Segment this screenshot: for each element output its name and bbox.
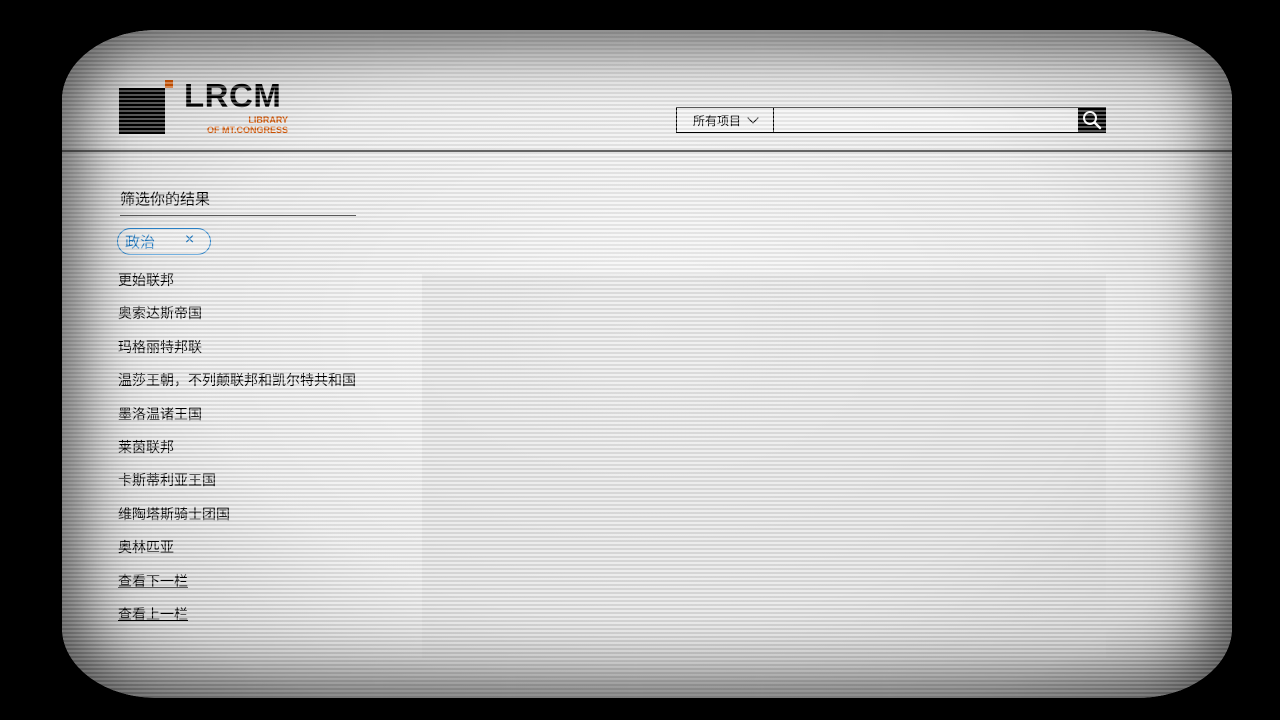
search-input[interactable]: [774, 108, 1078, 132]
logo-dot-icon: [165, 80, 173, 88]
logo-subtitle-line1: LIBRARY: [248, 115, 288, 125]
filter-title: 筛选你的结果: [120, 190, 211, 208]
prev-page-link[interactable]: 查看上一栏: [118, 606, 356, 639]
list-item[interactable]: 莱茵联邦: [118, 439, 356, 472]
results-content-panel: [422, 274, 1106, 658]
list-item[interactable]: 维陶塔斯骑士团国: [118, 506, 356, 539]
next-page-link[interactable]: 查看下一栏: [118, 573, 356, 606]
logo-subtitle: LIBRARY OF MT.CONGRESS: [207, 115, 288, 135]
list-item[interactable]: 温莎王朝，不列颠联邦和凯尔特共和国: [118, 372, 356, 405]
active-filter-chip: 政治 ×: [117, 228, 211, 255]
logo-name: LRCM: [184, 77, 282, 114]
search-icon: [1082, 111, 1101, 130]
remove-filter-icon[interactable]: ×: [184, 232, 195, 247]
active-filter-label: 政治: [125, 233, 156, 251]
list-item[interactable]: 卡斯蒂利亚王国: [118, 472, 356, 505]
crt-screen: LRCM LIBRARY OF MT.CONGRESS 所有项目 筛选你的结果 …: [62, 30, 1232, 698]
filter-title-underline: [120, 215, 356, 216]
logo-subtitle-line2: OF MT.CONGRESS: [206, 125, 288, 135]
page-content: LRCM LIBRARY OF MT.CONGRESS 所有项目 筛选你的结果 …: [62, 30, 1232, 698]
list-item[interactable]: 奥索达斯帝国: [118, 305, 356, 338]
header-divider: [62, 150, 1232, 152]
chevron-down-icon: [747, 112, 759, 124]
results-list: 更始联邦 奥索达斯帝国 玛格丽特邦联 温莎王朝，不列颠联邦和凯尔特共和国 墨洛温…: [118, 272, 356, 639]
list-item[interactable]: 墨洛温诸王国: [118, 406, 356, 439]
list-item[interactable]: 奥林匹亚: [118, 539, 356, 572]
site-logo[interactable]: LRCM LIBRARY OF MT.CONGRESS: [119, 77, 294, 136]
logo-square-icon: [119, 88, 165, 134]
crt-frame: LRCM LIBRARY OF MT.CONGRESS 所有项目 筛选你的结果 …: [0, 0, 1280, 720]
list-item[interactable]: 玛格丽特邦联: [118, 339, 356, 372]
search-button[interactable]: [1078, 108, 1105, 132]
search-scope-label: 所有项目: [692, 113, 741, 128]
search-bar: 所有项目: [676, 107, 1106, 133]
search-scope-select[interactable]: 所有项目: [677, 108, 774, 132]
list-item[interactable]: 更始联邦: [118, 272, 356, 305]
